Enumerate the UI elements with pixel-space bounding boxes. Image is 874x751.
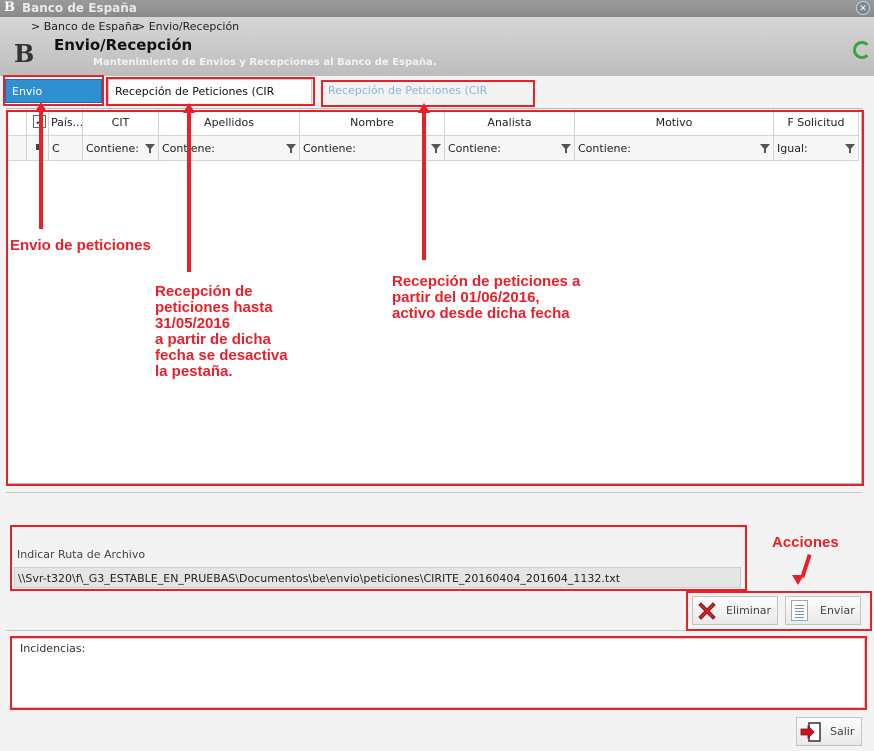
salir-button[interactable]: Salir xyxy=(796,717,862,746)
breadcrumb-item-banco[interactable]: > Banco de España xyxy=(31,20,139,33)
annotation-arrow-line xyxy=(39,111,43,229)
annotation-box-tab-envio xyxy=(3,75,104,106)
bank-logo-icon: B xyxy=(14,39,35,68)
annotation-recepcion-cir-3-1995: Recepción de peticiones hasta 31/05/2016… xyxy=(155,284,288,380)
breadcrumb-item-envio[interactable]: > Envio/Recepción xyxy=(136,20,239,33)
annotation-arrow-line xyxy=(422,112,426,260)
annotation-line: 31/05/2016 xyxy=(155,315,231,332)
window-title: Banco de España xyxy=(22,1,137,15)
annotation-line: la pestaña. xyxy=(155,363,233,380)
annotation-box-actions xyxy=(686,591,872,631)
annotation-arrow-line xyxy=(187,112,191,272)
annotation-line: Recepción de xyxy=(155,283,253,300)
app-logo-icon: B xyxy=(4,0,15,15)
salir-label: Salir xyxy=(830,725,855,738)
annotation-envio-peticiones: Envio de peticiones xyxy=(10,237,151,254)
annotation-box-file-path xyxy=(10,525,747,591)
close-window-icon[interactable]: ✕ xyxy=(856,1,870,15)
annotation-box-tab-cir-3-1995 xyxy=(106,77,315,106)
window-titlebar: B Banco de España ✕ xyxy=(0,0,874,17)
divider xyxy=(6,492,862,493)
annotation-line: partir del 01/06/2016, xyxy=(392,289,540,306)
annotation-acciones: Acciones xyxy=(772,534,839,551)
exit-icon xyxy=(800,722,821,742)
annotation-line: peticiones hasta xyxy=(155,299,273,316)
annotation-arrow-head xyxy=(792,575,804,585)
annotation-line: a partir de dicha xyxy=(155,331,271,348)
annotation-line: activo desde dicha fecha xyxy=(392,305,570,322)
annotation-line: Recepción de peticiones a xyxy=(392,273,581,290)
annotation-line: fecha se desactiva xyxy=(155,347,288,364)
annotation-recepcion-cir-1-2013: Recepción de peticiones a partir del 01/… xyxy=(392,274,580,322)
refresh-icon[interactable] xyxy=(853,41,871,59)
annotation-box-incidencias xyxy=(10,636,867,710)
page-subtitle: Mantenimiento de Envios y Recepciones al… xyxy=(93,57,437,68)
page-title: Envio/Recepción xyxy=(54,36,193,54)
page-header: > Banco de España > Envio/Recepción B En… xyxy=(0,17,874,76)
